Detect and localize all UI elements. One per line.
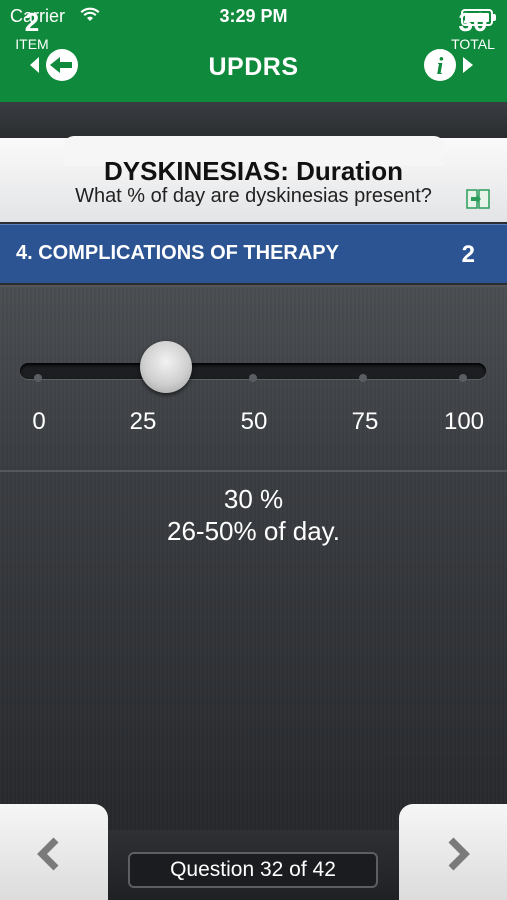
next-button[interactable]	[399, 804, 507, 900]
book-icon[interactable]	[466, 188, 490, 210]
item-number: 2	[24, 7, 40, 37]
result-description: 26-50% of day.	[167, 516, 340, 546]
slider-tick-label: 25	[129, 408, 157, 435]
slider-tick-label: 75	[351, 408, 379, 435]
slider-tick	[359, 374, 367, 382]
slider-tick-label: 100	[443, 408, 485, 435]
nav-bar: UPDRS i	[0, 32, 507, 102]
question-subtitle: What % of day are dyskinesias present?	[75, 185, 432, 207]
slider-tick	[249, 374, 257, 382]
slider-tick-label: 50	[240, 408, 268, 435]
item-label: ITEM	[15, 36, 49, 52]
slider-tick	[34, 374, 42, 382]
question-title: DYSKINESIAS: Duration	[103, 156, 404, 186]
info-icon[interactable]: i	[423, 48, 475, 82]
section-score: 2	[461, 241, 475, 268]
total-label: TOTAL	[451, 36, 495, 52]
svg-text:i: i	[437, 54, 444, 80]
question-counter: Question 32 of 42	[128, 852, 378, 888]
total-number: 30	[458, 7, 488, 37]
chevron-right-icon	[448, 837, 470, 871]
total-counter: 30 TOTAL	[445, 8, 501, 52]
item-counter: 2 ITEM	[8, 8, 56, 52]
slider-tick-label: 0	[32, 408, 46, 435]
clock: 3:29 PM	[219, 6, 288, 26]
section-bar: 4. COMPLICATIONS OF THERAPY 2	[0, 224, 507, 283]
section-label: 4. COMPLICATIONS OF THERAPY	[16, 242, 339, 264]
slider-thumb[interactable]	[139, 341, 192, 393]
result-value: 30 %	[223, 484, 284, 514]
slider-tick	[459, 374, 467, 382]
status-bar: Carrier 3:29 PM	[0, 0, 507, 32]
previous-button[interactable]	[0, 804, 108, 900]
chevron-left-icon	[37, 837, 59, 871]
